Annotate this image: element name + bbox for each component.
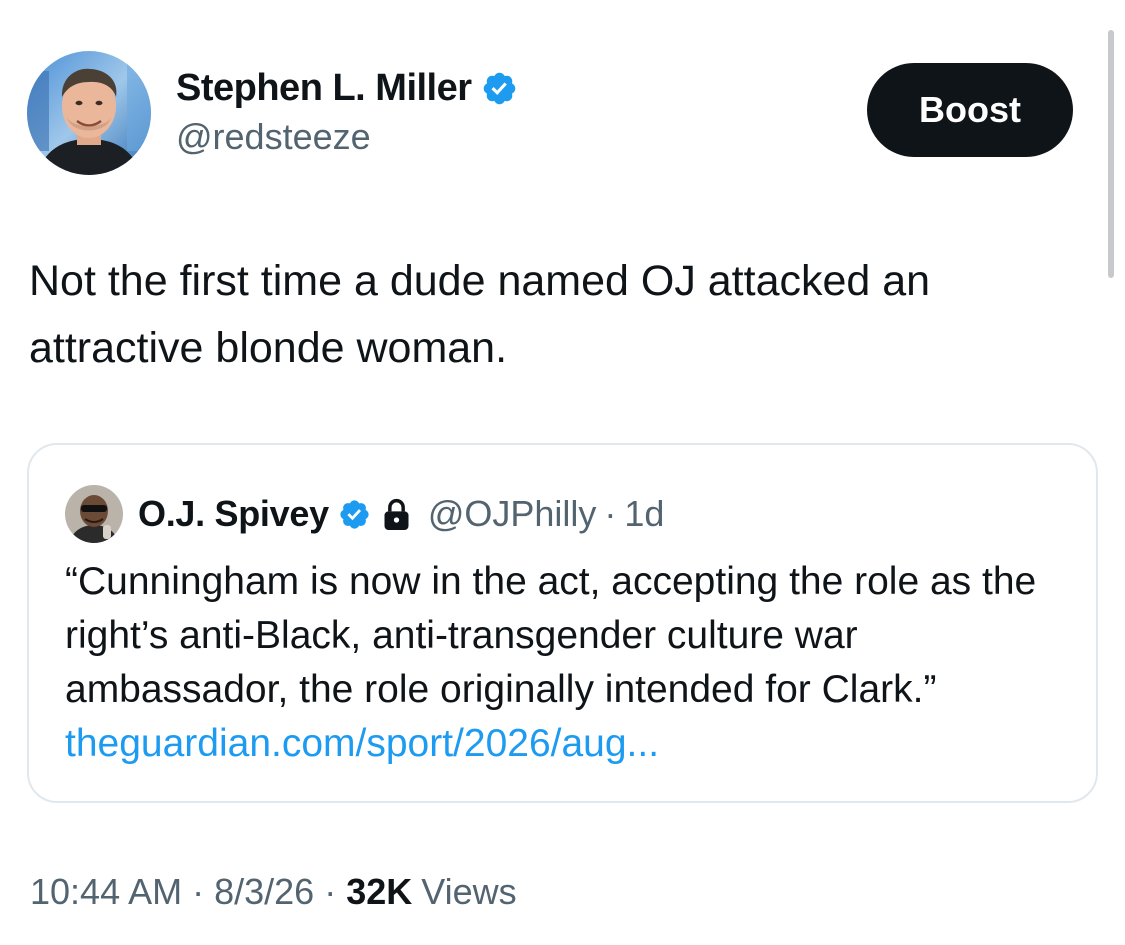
verified-badge-icon[interactable] [481,70,518,107]
quoted-tweet-header: O.J. Spivey @OJPhilly · 1d [65,485,664,543]
author-name[interactable]: Stephen L. Miller [176,67,472,110]
tweet-detail-page: Stephen L. Miller @redsteeze Boost Not t… [0,0,1125,945]
author-name-row: Stephen L. Miller [176,66,518,110]
tweet-text: Not the first time a dude named OJ attac… [29,257,931,372]
meta-separator: · [324,871,337,912]
author-block: Stephen L. Miller @redsteeze [176,66,518,158]
views-count[interactable]: 32K [346,871,412,913]
views-label[interactable]: Views [421,871,516,913]
quoted-author-handle: @OJPhilly [427,493,597,534]
quoted-tweet-link[interactable]: theguardian.com/sport/2026/aug... [65,722,659,765]
tweet-meta: 10:44 AM · 8/3/26 · 32K Views [30,871,517,913]
quoted-author-name: O.J. Spivey [138,493,329,534]
author-handle[interactable]: @redsteeze [176,116,518,158]
boost-button[interactable]: Boost [867,63,1073,157]
quoted-verified-badge-icon [340,499,369,529]
scrollbar[interactable] [1108,30,1114,278]
tweet-date[interactable]: 8/3/26 [214,871,314,913]
quoted-timestamp: 1d [624,493,665,534]
quoted-separator: · [604,493,617,534]
author-avatar[interactable] [27,51,151,175]
quoted-tweet-card[interactable]: O.J. Spivey @OJPhilly · 1d “Cunningham i… [27,443,1098,803]
tweet-time[interactable]: 10:44 AM [30,871,182,913]
quoted-tweet-text: “Cunningham is now in the act, accepting… [65,555,1075,771]
meta-separator: · [192,871,205,912]
quoted-author-avatar [65,485,123,543]
quoted-tweet-body: “Cunningham is now in the act, accepting… [65,560,1037,711]
lock-icon [384,498,409,530]
